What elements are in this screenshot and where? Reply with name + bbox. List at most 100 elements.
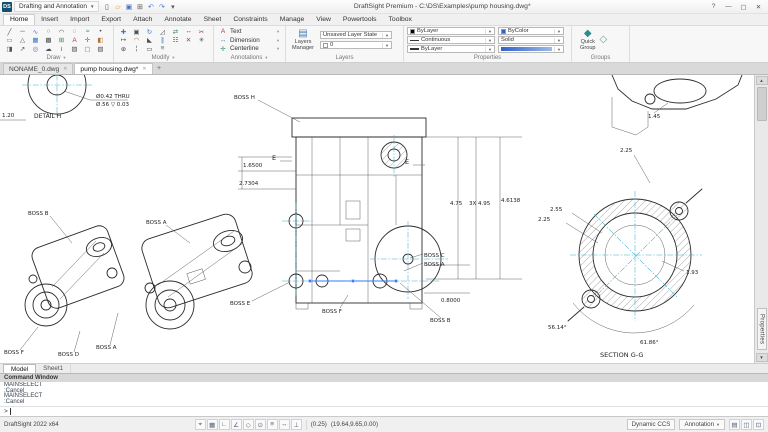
command-input[interactable]: > bbox=[0, 406, 768, 416]
modify-extend-icon[interactable]: ↦ bbox=[117, 36, 130, 45]
annotation-centerline-button[interactable]: ✛Centerline▼ bbox=[217, 44, 282, 53]
modify-rotate-icon[interactable]: ↻ bbox=[143, 27, 156, 36]
status-grid-toggle[interactable]: ▦ bbox=[207, 419, 218, 430]
active-layer-dropdown[interactable]: 0▼ bbox=[320, 41, 392, 49]
status-etrack-toggle[interactable]: ⊙ bbox=[255, 419, 266, 430]
status-units-toggle[interactable]: ⊥ bbox=[291, 419, 302, 430]
line-style-dropdown[interactable]: Continuous▼ bbox=[407, 36, 495, 44]
modify-chamfer-icon[interactable]: ◣ bbox=[143, 36, 156, 45]
draw-wipeout-icon[interactable]: ▧ bbox=[94, 44, 107, 53]
qa-undo-icon[interactable]: ↶ bbox=[145, 1, 156, 12]
qa-save-icon[interactable]: ▣ bbox=[123, 1, 134, 12]
menu-tab-export[interactable]: Export bbox=[95, 15, 127, 25]
menu-tab-sheet[interactable]: Sheet bbox=[198, 15, 228, 25]
menu-tab-view[interactable]: View bbox=[310, 15, 337, 25]
draw-centerline-icon[interactable]: ✛ bbox=[81, 36, 94, 45]
fill-style-dropdown[interactable]: Solid▼ bbox=[498, 36, 564, 44]
annotation-dimension-button[interactable]: ↔Dimension▼ bbox=[217, 36, 282, 45]
draw-table-icon[interactable]: ⊞ bbox=[55, 36, 68, 45]
draw-line-icon[interactable]: ╱ bbox=[3, 27, 16, 36]
scrollbar-thumb[interactable] bbox=[757, 87, 767, 121]
hatch-color-dropdown[interactable]: ByColor▼ bbox=[498, 27, 564, 35]
command-window-header[interactable]: Command Window bbox=[0, 373, 768, 382]
draw-sketch-icon[interactable]: ≀ bbox=[55, 44, 68, 53]
status-esnap-toggle[interactable]: ◇ bbox=[243, 419, 254, 430]
line-color-dropdown[interactable]: ByLayer▼ bbox=[407, 27, 495, 35]
draw-point-icon[interactable]: • bbox=[94, 27, 107, 36]
modify-stretch-icon[interactable]: ↔ bbox=[182, 27, 195, 36]
modify-pattern-icon[interactable]: ☷ bbox=[169, 36, 182, 45]
scroll-down-button[interactable]: ▼ bbox=[756, 353, 768, 362]
sheet-tab-model[interactable]: Model bbox=[3, 364, 36, 373]
line-weight-dropdown[interactable]: ByLayer▼ bbox=[407, 45, 495, 53]
draw-region-icon[interactable]: ▩ bbox=[42, 36, 55, 45]
draw-polygon-icon[interactable]: △ bbox=[16, 36, 29, 45]
modify-break-icon[interactable]: ¦ bbox=[130, 44, 143, 53]
qa-more-icon[interactable]: ▾ bbox=[167, 1, 178, 12]
document-tab-2[interactable]: pump housing.dwg*✕ bbox=[74, 63, 152, 74]
draw-rectangle-icon[interactable]: ▭ bbox=[3, 36, 16, 45]
modify-move-icon[interactable]: ✚ bbox=[117, 27, 130, 36]
edit-group-button[interactable]: ◇ bbox=[600, 35, 608, 45]
draw-insert-block-icon[interactable]: ◨ bbox=[3, 44, 16, 53]
draw-hatch-icon[interactable]: ▦ bbox=[29, 36, 42, 45]
command-history[interactable]: MAINSELECT:CancelMAINSELECT:Cancel bbox=[0, 382, 768, 406]
status-fullscreen-button[interactable]: ⊡ bbox=[753, 419, 764, 430]
modify-offset-icon[interactable]: ∥ bbox=[156, 36, 169, 45]
status-dynamic-input-toggle[interactable]: ↔ bbox=[279, 419, 290, 430]
close-icon[interactable]: ✕ bbox=[142, 66, 146, 72]
modify-fillet-icon[interactable]: ◠ bbox=[130, 36, 143, 45]
draw-construction-line-icon[interactable]: ─ bbox=[16, 27, 29, 36]
groups-group-label[interactable]: Groups bbox=[575, 53, 626, 62]
close-button[interactable]: ✕ bbox=[751, 1, 766, 12]
modify-edit-polyline-icon[interactable]: ▭ bbox=[143, 44, 156, 53]
menu-tab-powertools[interactable]: Powertools bbox=[337, 15, 383, 25]
menu-tab-manage[interactable]: Manage bbox=[274, 15, 311, 25]
modify-copy-icon[interactable]: ▣ bbox=[130, 27, 143, 36]
draw-text-icon[interactable]: A bbox=[68, 36, 81, 45]
close-icon[interactable]: ✕ bbox=[63, 66, 67, 72]
draw-ring-icon[interactable]: ◎ bbox=[29, 44, 42, 53]
menu-tab-import[interactable]: Import bbox=[64, 15, 95, 25]
new-document-tab-button[interactable]: + bbox=[154, 63, 165, 74]
qa-print-icon[interactable]: ⊞ bbox=[134, 1, 145, 12]
modify-join-icon[interactable]: ⊕ bbox=[117, 44, 130, 53]
draw-polyline-icon[interactable]: ∿ bbox=[29, 27, 42, 36]
layer-state-dropdown[interactable]: Unsaved Layer State▼ bbox=[320, 31, 392, 39]
status-snap-toggle[interactable]: ⌖ bbox=[195, 419, 206, 430]
annotation-scale-dropdown[interactable]: Annotation▼ bbox=[679, 419, 725, 430]
qa-redo-icon[interactable]: ↷ bbox=[156, 1, 167, 12]
status-ortho-toggle[interactable]: ∟ bbox=[219, 419, 230, 430]
qa-new-icon[interactable]: ▯ bbox=[101, 1, 112, 12]
help-button[interactable]: ? bbox=[706, 1, 721, 12]
properties-palette-tab[interactable]: Properties bbox=[757, 308, 767, 350]
status-workspace-switch-button[interactable]: ◫ bbox=[741, 419, 752, 430]
layers-group-label[interactable]: Layers bbox=[289, 53, 400, 62]
modify-group-label[interactable]: Modify▼ bbox=[117, 53, 210, 62]
menu-tab-attach[interactable]: Attach bbox=[127, 15, 158, 25]
scroll-up-button[interactable]: ▲ bbox=[756, 76, 768, 85]
layers-manager-button[interactable]: ▤ LayersManager bbox=[289, 29, 317, 51]
draw-group-label[interactable]: Draw▼ bbox=[3, 53, 110, 62]
menu-tab-constraints[interactable]: Constraints bbox=[227, 15, 273, 25]
dynamic-ccs-button[interactable]: Dynamic CCS bbox=[627, 419, 676, 430]
draw-circle-icon[interactable]: ○ bbox=[42, 27, 55, 36]
draw-ray-icon[interactable]: ↗ bbox=[16, 44, 29, 53]
sheet-tab-sheet1[interactable]: Sheet1 bbox=[36, 364, 71, 373]
modify-properties-painter-icon[interactable]: ≡ bbox=[156, 44, 169, 53]
properties-group-label[interactable]: Properties bbox=[407, 53, 568, 62]
menu-tab-annotate[interactable]: Annotate bbox=[158, 15, 197, 25]
draw-boundary-icon[interactable]: ▢ bbox=[81, 44, 94, 53]
draw-spline-icon[interactable]: ≈ bbox=[81, 27, 94, 36]
status-lineweight-toggle[interactable]: ≡ bbox=[267, 419, 278, 430]
quick-group-button[interactable]: ◆ QuickGroup bbox=[580, 29, 596, 51]
workspace-dropdown[interactable]: Drafting and Annotation ▼ bbox=[14, 1, 99, 12]
minimize-button[interactable]: — bbox=[721, 1, 736, 12]
document-tab-1[interactable]: NONAME_0.dwg✕ bbox=[3, 63, 73, 74]
qa-open-icon[interactable]: ▱ bbox=[112, 1, 123, 12]
draw-mask-icon[interactable]: ▨ bbox=[68, 44, 81, 53]
modify-scale-icon[interactable]: ◿ bbox=[156, 27, 169, 36]
drawing-canvas[interactable]: Ø0.42 THRUØ.56 ▽ 0.03DETAIL H1.20BOSS HE… bbox=[0, 75, 754, 363]
maximize-button[interactable]: ▢ bbox=[736, 1, 751, 12]
modify-erase-icon[interactable]: ✕ bbox=[182, 36, 195, 45]
